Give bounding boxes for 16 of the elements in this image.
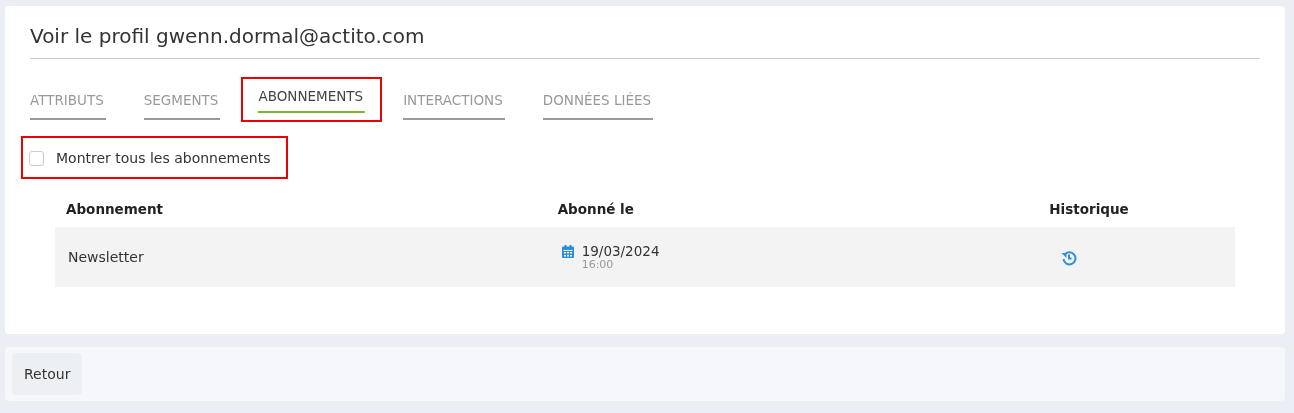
show-all-checkbox[interactable]: Montrer tous les abonnements	[23, 138, 286, 177]
tab[interactable]: SEGMENTS	[143, 87, 221, 120]
column-header: Abonnement	[65, 200, 165, 219]
tab[interactable]: DONNÉES LIÉES	[542, 87, 654, 120]
tab[interactable]: ATTRIBUTS	[30, 87, 106, 120]
history-icon[interactable]	[1061, 249, 1078, 266]
column-header: Historique	[1048, 200, 1130, 219]
time-text: 16:00	[581, 259, 615, 272]
tab[interactable]: ABONNEMENTS	[258, 87, 366, 113]
page-title: Voir le profil gwenn.dormal@actito.com	[30, 24, 1260, 59]
tab[interactable]: INTERACTIONS	[403, 87, 505, 120]
column-header: Abonné le	[556, 200, 635, 219]
back-button[interactable]: Retour	[12, 353, 83, 395]
table-cell-text: Newsletter	[67, 247, 145, 267]
date-text: 19/03/2024	[581, 243, 660, 260]
calendar-icon	[561, 245, 574, 259]
